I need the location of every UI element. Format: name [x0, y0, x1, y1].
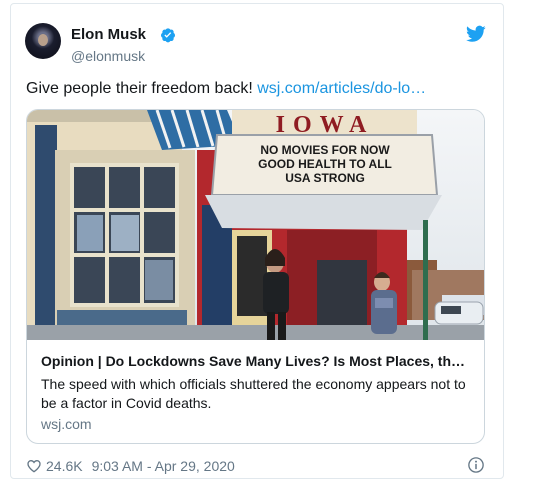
card-image[interactable]: IOWA NO MOVIES FOR NOW GOOD HEALTH TO AL…	[27, 110, 485, 340]
avatar[interactable]	[25, 23, 61, 59]
marquee-line-2: GOOD HEALTH TO ALL	[258, 157, 392, 171]
link-card[interactable]: IOWA NO MOVIES FOR NOW GOOD HEALTH TO AL…	[26, 109, 485, 444]
tweet-footer: 24.6K 9:03 AM - Apr 29, 2020	[26, 455, 235, 477]
card-domain[interactable]: wsj.com	[41, 416, 92, 432]
twitter-bird-icon[interactable]	[466, 25, 486, 43]
tweet-text: Give people their freedom back! wsj.com/…	[26, 80, 427, 97]
tweet-embed: Elon Musk @elonmusk Give people their fr…	[10, 3, 504, 479]
heart-icon[interactable]	[26, 458, 42, 474]
info-icon[interactable]	[467, 456, 485, 474]
card-description: The speed with which officials shuttered…	[41, 376, 466, 411]
verified-badge-icon	[161, 28, 175, 43]
author-handle[interactable]: @elonmusk	[71, 48, 145, 64]
like-count[interactable]: 24.6K	[46, 458, 83, 474]
author-name[interactable]: Elon Musk	[71, 26, 146, 43]
marquee-line-3: USA STRONG	[285, 171, 365, 185]
marquee-line-1: NO MOVIES FOR NOW	[260, 143, 390, 157]
tweet-link[interactable]: wsj.com/articles/do-lo…	[257, 80, 426, 97]
card-title[interactable]: Opinion | Do Lockdowns Save Many Lives? …	[41, 353, 473, 369]
timestamp[interactable]: 9:03 AM - Apr 29, 2020	[92, 458, 235, 474]
